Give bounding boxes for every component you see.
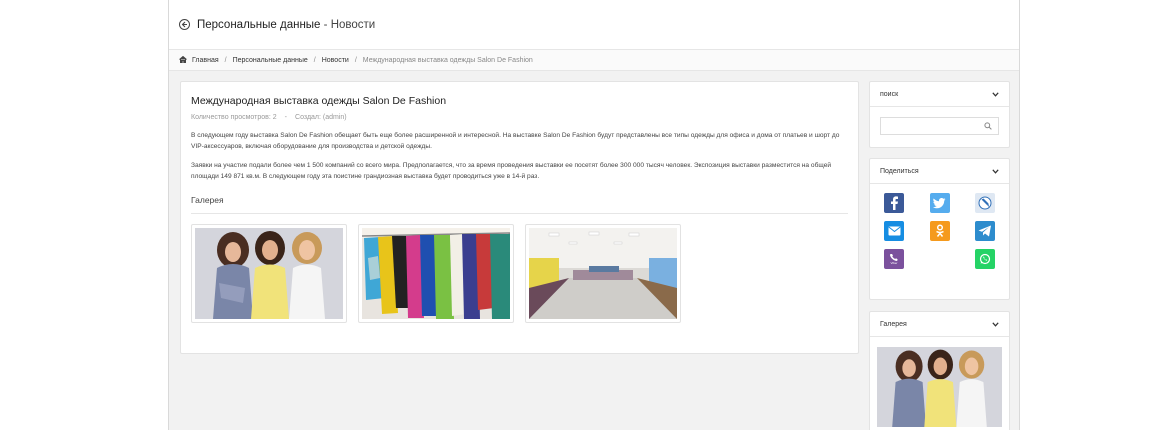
gallery-thumbnail-store-interior[interactable] <box>525 224 681 323</box>
breadcrumb-separator: / <box>313 56 316 64</box>
gallery-widget-header[interactable]: Галерея <box>870 312 1009 337</box>
home-icon[interactable] <box>179 55 187 65</box>
chevron-down-icon[interactable] <box>992 168 999 174</box>
breadcrumb-home[interactable]: Главная <box>192 57 219 64</box>
search-icon[interactable] <box>984 117 992 135</box>
breadcrumb-separator: / <box>354 56 357 64</box>
view-count: Количество просмотров: 2 <box>191 114 277 121</box>
page-header: Персональные данные - Новости <box>169 0 1019 50</box>
breadcrumb-news[interactable]: Новости <box>322 57 349 64</box>
breadcrumb-separator: / <box>224 56 227 64</box>
share-widget: Поделиться Viber <box>869 158 1010 300</box>
search-widget-title: поиск <box>880 90 899 98</box>
whatsapp-icon[interactable] <box>975 249 995 269</box>
share-widget-header[interactable]: Поделиться <box>870 159 1009 184</box>
viber-label: Viber <box>890 261 898 265</box>
search-widget-header[interactable]: поиск <box>870 82 1009 107</box>
gallery-thumbnails <box>191 224 848 323</box>
page-title-sub: Новости <box>330 18 376 31</box>
clothes-rack-photo <box>362 228 510 319</box>
gallery-thumbnail-models[interactable] <box>191 224 347 323</box>
search-widget: поиск <box>869 81 1010 148</box>
gallery-widget-title: Галерея <box>880 320 907 328</box>
author: Создал: (admin) <box>295 114 347 121</box>
article-meta: Количество просмотров: 2- Создал: (admin) <box>191 114 848 121</box>
breadcrumb: Главная / Персональные данные / Новости … <box>169 50 1019 71</box>
gallery-heading: Галерея <box>191 195 848 214</box>
share-widget-title: Поделиться <box>880 167 919 175</box>
gallery-widget: Галерея <box>869 311 1010 430</box>
livejournal-icon[interactable] <box>975 193 995 213</box>
empty-cell <box>930 249 950 269</box>
chevron-down-icon[interactable] <box>992 321 999 327</box>
telegram-icon[interactable] <box>975 221 995 241</box>
facebook-icon[interactable] <box>884 193 904 213</box>
article-card: Международная выставка одежды Salon De F… <box>180 81 859 354</box>
article-paragraph: В следующем году выставка Salon De Fashi… <box>191 132 840 150</box>
back-arrow-icon[interactable] <box>179 19 190 30</box>
share-buttons: Viber <box>870 184 1009 269</box>
mail-icon[interactable] <box>884 221 904 241</box>
gallery-widget-image[interactable] <box>870 337 1009 430</box>
page-title-sep: - <box>320 18 331 31</box>
odnoklassniki-icon[interactable] <box>929 221 950 241</box>
models-photo <box>195 228 343 319</box>
models-photo <box>877 347 1002 427</box>
meta-separator: - <box>284 114 288 121</box>
viber-icon[interactable]: Viber <box>884 249 904 269</box>
chevron-down-icon[interactable] <box>992 91 999 97</box>
breadcrumb-personal-data[interactable]: Персональные данные <box>233 57 308 64</box>
search-input[interactable] <box>880 117 999 135</box>
article-title: Международная выставка одежды Salon De F… <box>191 95 447 107</box>
twitter-icon[interactable] <box>929 193 950 213</box>
page-title: Персональные данные - Новости <box>197 19 375 31</box>
page-title-main: Персональные данные <box>197 18 321 31</box>
store-interior-photo <box>529 228 677 319</box>
page-frame: Персональные данные - Новости Главная / … <box>168 0 1020 430</box>
gallery-thumbnail-clothes-rack[interactable] <box>358 224 514 323</box>
breadcrumb-current: Международная выставка одежды Salon De F… <box>362 56 533 64</box>
article-paragraph: Заявки на участие подали более чем 1 500… <box>191 162 832 180</box>
